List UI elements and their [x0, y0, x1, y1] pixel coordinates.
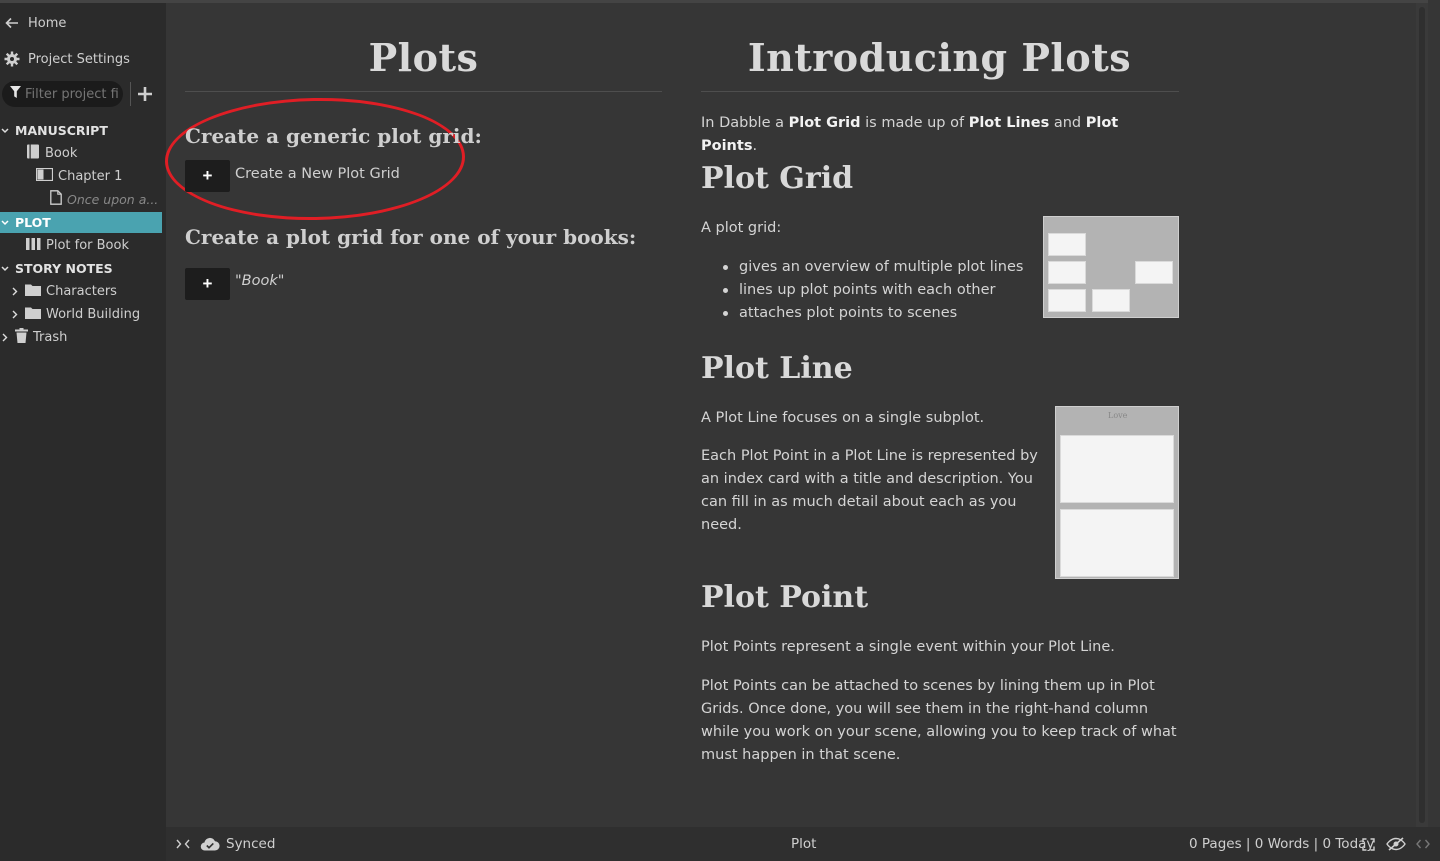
filter-divider: [130, 82, 131, 106]
tree-item-book[interactable]: Book: [26, 143, 77, 164]
thumbnail-header: Love: [1108, 411, 1128, 420]
current-view-label: Plot: [791, 836, 817, 852]
word-stats[interactable]: 0 Pages | 0 Words | 0 Today: [1189, 827, 1374, 861]
chevron-down-icon: [0, 265, 10, 272]
plot-line-paragraph-2: Each Plot Point in a Plot Line is repres…: [701, 448, 1038, 533]
section-manuscript[interactable]: MANUSCRIPT: [0, 120, 108, 141]
tree-label: Once upon a...: [67, 192, 159, 207]
annotation-circle: [163, 95, 467, 223]
create-new-plot-grid-button[interactable]: +: [185, 160, 230, 192]
plot-grid-thumbnail: [1043, 216, 1179, 318]
plot-point-paragraph-2: Plot Points can be attached to scenes by…: [701, 678, 1177, 763]
sync-status[interactable]: Synced: [200, 827, 275, 861]
tree-item-plot-for-book[interactable]: Plot for Book: [26, 235, 129, 256]
scrollbar-thumb[interactable]: [1419, 7, 1425, 823]
plot-point-heading: Plot Point: [701, 580, 869, 615]
fullscreen-button[interactable]: [1362, 827, 1375, 861]
collapse-arrows-icon: [176, 839, 190, 849]
tree-label: World Building: [46, 307, 141, 322]
fullscreen-icon: [1362, 837, 1375, 851]
chevron-right-icon[interactable]: [0, 333, 10, 342]
plot-line-paragraph-1: A Plot Line focuses on a single subplot.: [701, 410, 985, 426]
intro-paragraph: In Dabble a Plot Grid is made up of Plot…: [701, 115, 1119, 154]
filter-row: [2, 81, 162, 107]
plot-line-thumbnail: Love: [1055, 406, 1179, 579]
columns-icon: [26, 237, 41, 254]
chevron-right-icon[interactable]: [10, 287, 20, 296]
tree-label: Plot for Book: [46, 238, 129, 253]
sidebar: Home Project Settings MANUSCRIPT: [0, 0, 166, 861]
create-book-plot-grid-button[interactable]: +: [185, 268, 230, 300]
title-divider: [185, 91, 662, 92]
section-label: MANUSCRIPT: [15, 123, 108, 138]
tree-label: Chapter 1: [58, 169, 123, 184]
filter-project-input[interactable]: [25, 86, 120, 102]
project-settings-label: Project Settings: [28, 51, 130, 67]
document-icon: [50, 190, 62, 209]
expand-arrows-icon: [1416, 839, 1430, 849]
section-plot[interactable]: PLOT: [0, 212, 162, 233]
plot-point-paragraph-1: Plot Points represent a single event wit…: [701, 639, 1115, 655]
plot-grid-heading: Plot Grid: [701, 161, 854, 196]
eye-slash-icon: [1386, 837, 1406, 851]
plot-line-heading: Plot Line: [701, 351, 853, 386]
section-label: PLOT: [15, 215, 51, 230]
focus-mode-button[interactable]: [1386, 827, 1406, 861]
folder-icon: [25, 306, 41, 323]
chevron-right-icon[interactable]: [10, 310, 20, 319]
folder-icon: [25, 283, 41, 300]
tree-item-world-building[interactable]: World Building: [10, 304, 140, 325]
bullet-item: gives an overview of multiple plot lines: [723, 256, 1023, 279]
plot-grid-lead: A plot grid:: [701, 220, 782, 236]
intro-title-divider: [701, 91, 1179, 92]
cloud-check-icon: [200, 837, 220, 851]
book-plot-grid-label[interactable]: "Book": [235, 273, 284, 289]
main-scrollbar[interactable]: [1416, 3, 1428, 830]
chevron-down-icon: [0, 219, 10, 226]
filter-box[interactable]: [2, 81, 123, 107]
plus-icon: [138, 87, 152, 101]
trash-icon: [15, 328, 28, 347]
chevron-down-icon: [0, 127, 10, 134]
home-link[interactable]: Home: [4, 12, 66, 34]
bullet-item: lines up plot points with each other: [723, 279, 1023, 302]
open-book-icon: [35, 167, 54, 185]
plot-grid-bullets: gives an overview of multiple plot lines…: [723, 256, 1023, 325]
tree-item-chapter[interactable]: Chapter 1: [35, 166, 123, 187]
sync-label: Synced: [226, 836, 276, 852]
tree-item-trash[interactable]: Trash: [0, 327, 67, 348]
gear-icon: [4, 51, 20, 67]
filter-icon: [10, 86, 21, 102]
tree-label: Characters: [46, 284, 117, 299]
book-grid-heading: Create a plot grid for one of your books…: [185, 225, 637, 249]
tree-item-characters[interactable]: Characters: [10, 281, 117, 302]
project-settings-link[interactable]: Project Settings: [4, 48, 130, 70]
home-label: Home: [28, 15, 67, 31]
tree-label: Book: [45, 146, 78, 161]
bullet-item: attaches plot points to scenes: [723, 302, 1023, 325]
main-content: Plots Create a generic plot grid: + Crea…: [163, 0, 1428, 830]
app-window: Home Project Settings MANUSCRIPT: [0, 0, 1440, 861]
section-label: STORY NOTES: [15, 261, 113, 276]
add-item-button[interactable]: [133, 82, 157, 106]
tree-label: Trash: [33, 330, 68, 345]
create-new-plot-grid-label[interactable]: Create a New Plot Grid: [235, 166, 400, 182]
arrow-left-icon: [4, 15, 20, 31]
generic-grid-heading: Create a generic plot grid:: [185, 124, 482, 148]
section-story-notes[interactable]: STORY NOTES: [0, 258, 113, 279]
page-title: Plots: [368, 35, 479, 80]
tree-item-scene[interactable]: Once upon a...: [50, 189, 158, 210]
collapse-sidebar-button[interactable]: [176, 827, 190, 861]
book-icon: [26, 144, 40, 163]
status-bar: Synced Plot 0 Pages | 0 Words | 0 Today: [166, 827, 1440, 861]
intro-title: Introducing Plots: [747, 35, 1132, 80]
toggle-right-panel-button[interactable]: [1416, 827, 1430, 861]
